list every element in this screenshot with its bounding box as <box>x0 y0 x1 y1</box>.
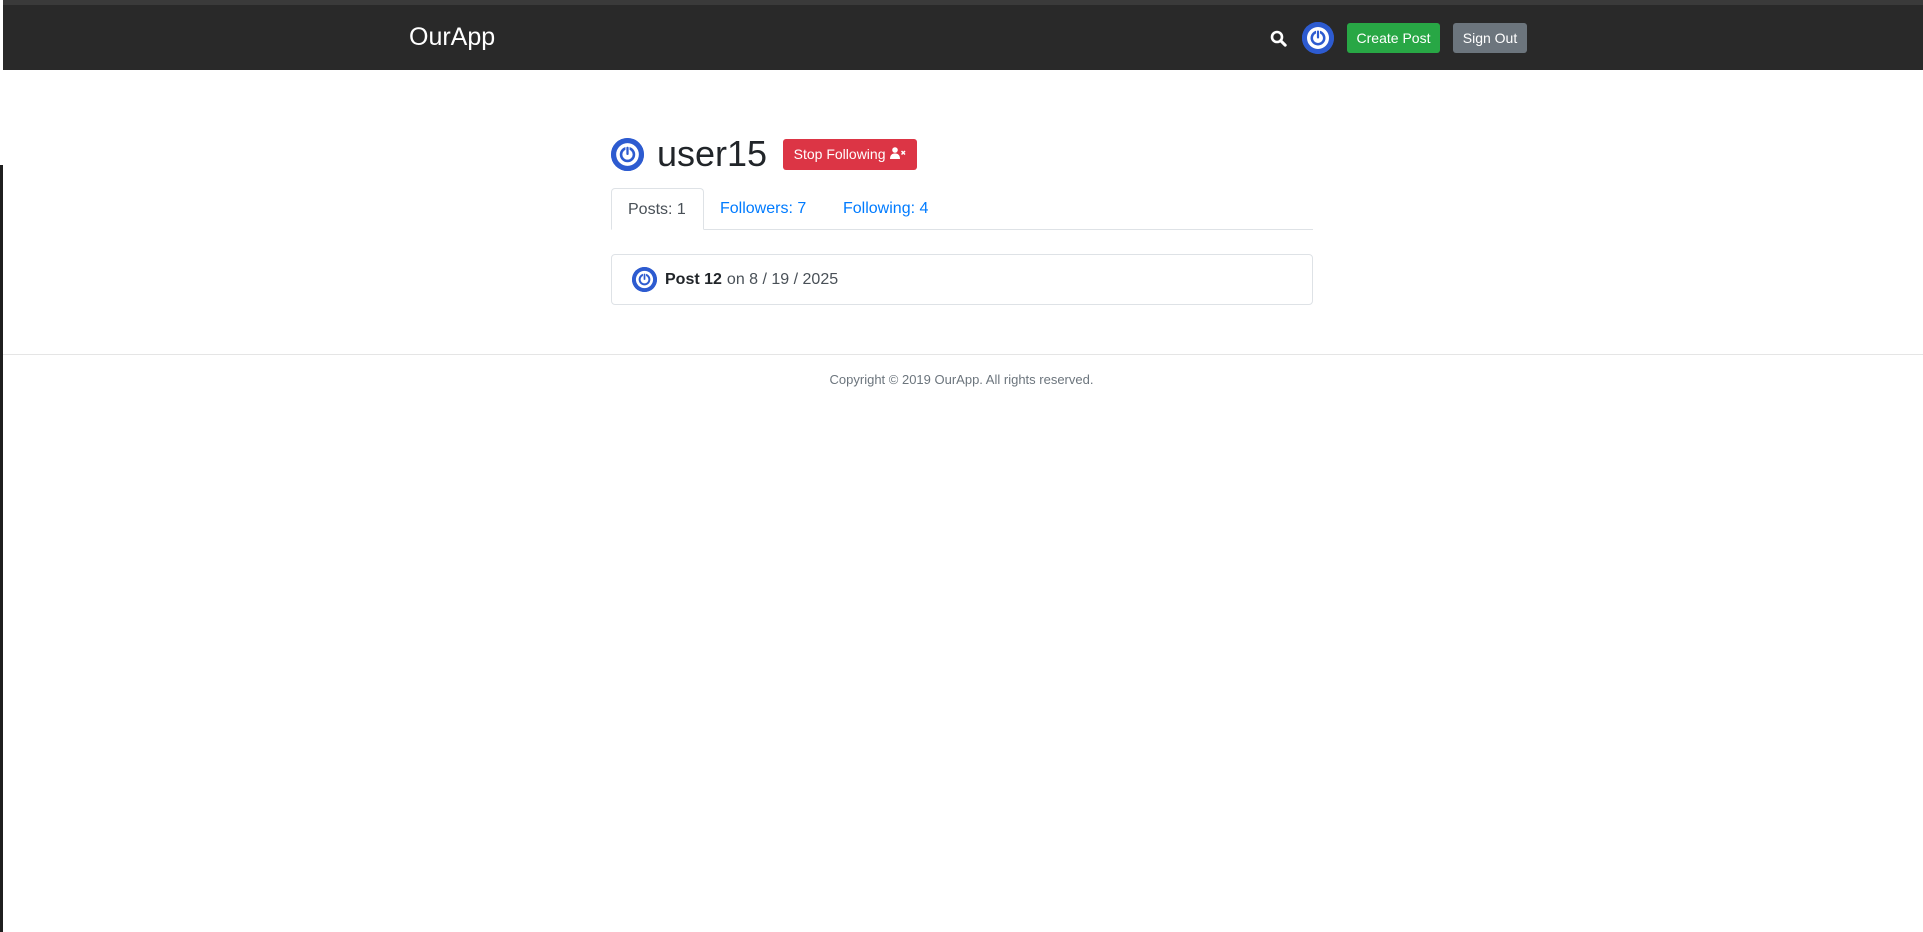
top-navbar: OurApp Create Post Sign Out <box>3 0 1923 70</box>
post-date: on 8 / 19 / 2025 <box>726 270 839 288</box>
post-avatar-icon <box>632 267 657 292</box>
tab-followers[interactable]: Followers: 7 <box>720 188 806 229</box>
user-times-icon <box>890 146 907 162</box>
profile-header: user15 Stop Following <box>611 133 918 174</box>
brand-link[interactable]: OurApp <box>409 23 495 52</box>
profile-avatar-icon <box>611 137 644 171</box>
post-title: Post 12 <box>665 270 722 288</box>
tab-following[interactable]: Following: 4 <box>843 188 928 229</box>
sign-out-button[interactable]: Sign Out <box>1453 23 1527 53</box>
list-item[interactable]: Post 12 on 8 / 19 / 2025 <box>611 254 1313 305</box>
stop-following-label: Stop Following <box>793 146 886 162</box>
tab-posts[interactable]: Posts: 1 <box>611 188 704 230</box>
create-post-button[interactable]: Create Post <box>1347 23 1440 53</box>
page-left-border <box>0 165 3 932</box>
header-avatar-icon[interactable] <box>1302 22 1334 54</box>
footer-copyright: Copyright © 2019 OurApp. All rights rese… <box>829 372 1094 387</box>
profile-tabs: Posts: 1 Followers: 7 Following: 4 <box>611 188 1313 230</box>
stop-following-button[interactable]: Stop Following <box>783 138 918 170</box>
footer-divider <box>3 354 1923 355</box>
search-icon[interactable] <box>1265 22 1291 54</box>
profile-username: user15 <box>657 133 768 174</box>
header-actions: Create Post Sign Out <box>1265 22 1527 54</box>
